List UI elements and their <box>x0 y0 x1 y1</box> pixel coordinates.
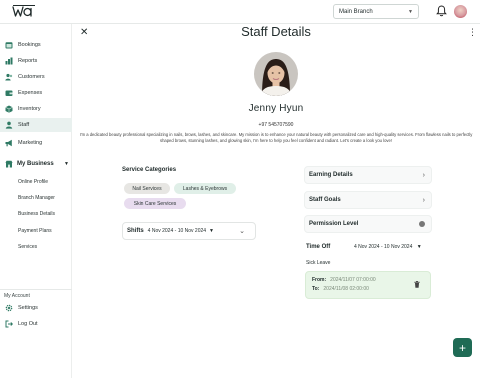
sidebar-item-inventory[interactable]: Inventory <box>0 102 72 116</box>
bell-icon[interactable] <box>436 5 447 17</box>
add-button[interactable]: + <box>453 338 472 357</box>
sidebar-item-expenses[interactable]: Expenses <box>0 86 72 100</box>
trash-icon[interactable] <box>414 281 420 288</box>
leave-to-value: 2024/11/08 02:00:00 <box>323 286 369 292</box>
sidebar-item-label: Bookings <box>18 42 41 48</box>
logout-icon <box>5 320 13 328</box>
service-categories-title: Service Categories <box>122 167 177 173</box>
chevron-right-icon: › <box>422 196 425 204</box>
sidebar-item-label: Inventory <box>18 106 41 112</box>
sidebar-item-bookings[interactable]: Bookings <box>0 38 72 52</box>
shifts-row[interactable]: Shifts 4 Nov 2024 - 10 Nov 2024 ▼ ⌄ <box>122 222 256 240</box>
staff-avatar <box>254 52 298 96</box>
time-off-title: Time Off <box>306 244 331 250</box>
sidebar-item-log-out[interactable]: Log Out <box>0 317 72 331</box>
gear-icon <box>5 304 13 312</box>
sidebar-item-label: Customers <box>18 74 45 80</box>
sidebar-subitem-online-profile[interactable]: Online Profile <box>18 179 48 185</box>
chip-lashes-eyebrows[interactable]: Lashes & Eyebrows <box>174 183 236 194</box>
sidebar: Bookings Reports Customers Expenses Inve… <box>0 24 72 378</box>
sidebar-item-customers[interactable]: Customers <box>0 70 72 84</box>
time-off-range-text: 4 Nov 2024 - 10 Nov 2024 <box>354 244 413 250</box>
app-logo[interactable] <box>12 4 36 19</box>
sidebar-item-label: Settings <box>18 305 38 311</box>
leave-to: To: 2024/11/08 02:00:00 <box>312 286 369 292</box>
sidebar-subitem-branch-manager[interactable]: Branch Manager <box>18 195 55 201</box>
time-off-date-range[interactable]: 4 Nov 2024 - 10 Nov 2024 ▼ <box>354 244 422 250</box>
store-icon <box>5 160 13 168</box>
staff-phone: +97 545707590 <box>258 122 294 128</box>
close-icon[interactable]: ✕ <box>80 27 88 38</box>
user-avatar[interactable] <box>454 5 467 18</box>
permission-level-card[interactable]: Permission Level <box>304 215 432 233</box>
leave-card[interactable]: From: 2024/11/07 07:00:00 To: 2024/11/08 0… <box>305 271 431 299</box>
sidebar-subitem-payment-plans[interactable]: Payment Plans <box>18 228 52 234</box>
sidebar-item-staff[interactable]: Staff <box>0 118 72 132</box>
staff-name: Jenny Hyun <box>248 103 304 114</box>
megaphone-icon <box>5 139 12 147</box>
users-icon <box>5 73 13 81</box>
caret-down-icon: ▼ <box>416 244 422 250</box>
page-title: Staff Details <box>241 24 311 39</box>
earning-details-label: Earning Details <box>309 172 353 178</box>
sidebar-item-reports[interactable]: Reports <box>0 54 72 68</box>
staff-goals-label: Staff Goals <box>309 197 341 203</box>
caret-down-icon: ▼ <box>209 228 214 234</box>
chip-skin-care-services[interactable]: Skin Care Services <box>124 198 186 209</box>
sidebar-item-marketing[interactable]: Marketing <box>0 136 72 150</box>
leave-from: From: 2024/11/07 07:00:00 <box>312 277 376 283</box>
chevron-down-icon: ▼ <box>408 8 413 15</box>
shifts-label: Shifts <box>127 228 144 234</box>
chart-icon <box>5 57 13 65</box>
branch-select-value: Main Branch <box>339 8 373 15</box>
box-icon <box>5 105 13 113</box>
sidebar-item-label: Staff <box>18 122 30 128</box>
shifts-date-range[interactable]: 4 Nov 2024 - 10 Nov 2024 <box>148 228 206 234</box>
staff-bio: I'm a dedicated beauty professional spec… <box>79 132 473 143</box>
staff-icon <box>5 121 13 129</box>
sidebar-subitem-business-details[interactable]: Business Details <box>18 211 55 217</box>
branch-select[interactable]: Main Branch ▼ <box>333 4 419 19</box>
my-account-heading: My Account <box>4 293 30 299</box>
chevron-right-icon: › <box>422 171 425 179</box>
sidebar-section-label: My Business <box>17 161 54 167</box>
calendar-icon <box>5 42 13 49</box>
sidebar-divider <box>0 289 72 290</box>
sidebar-item-label: Log Out <box>18 321 38 327</box>
sidebar-section-my-business[interactable]: My Business ▼ <box>5 160 69 168</box>
more-options-icon[interactable]: ⋮ <box>468 27 477 38</box>
leave-from-label: From: <box>312 277 327 283</box>
sidebar-item-label: Marketing <box>18 140 43 146</box>
sidebar-subitem-services[interactable]: Services <box>18 244 37 250</box>
sidebar-item-label: Expenses <box>18 90 43 96</box>
leave-from-value: 2024/11/07 07:00:00 <box>330 277 376 283</box>
leave-to-label: To: <box>312 286 320 292</box>
permission-toggle[interactable] <box>419 221 425 227</box>
chip-nail-services[interactable]: Nail Services <box>124 183 170 194</box>
chevron-down-icon[interactable]: ⌄ <box>239 227 245 235</box>
wallet-icon <box>5 90 13 96</box>
earning-details-card[interactable]: Earning Details › <box>304 166 432 184</box>
leave-type-label: Sick Leave <box>306 260 331 266</box>
permission-level-label: Permission Level <box>309 221 359 227</box>
top-bar: Main Branch ▼ <box>0 0 480 24</box>
chevron-down-icon: ▼ <box>64 161 69 167</box>
staff-goals-card[interactable]: Staff Goals › <box>304 191 432 209</box>
sidebar-item-settings[interactable]: Settings <box>0 301 72 315</box>
sidebar-item-label: Reports <box>18 58 38 64</box>
